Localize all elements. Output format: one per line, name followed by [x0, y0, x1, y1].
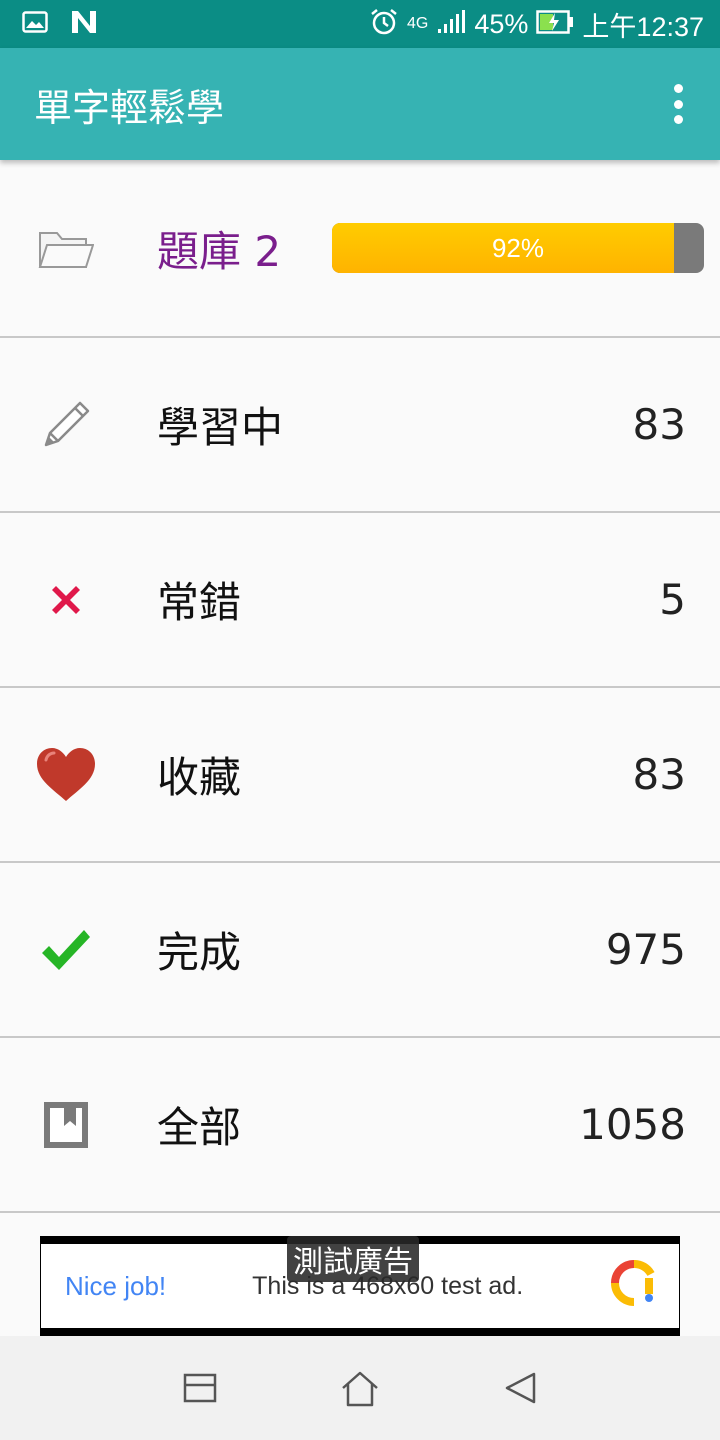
word-bank-row[interactable]: 題庫 2 92%	[0, 160, 720, 338]
back-icon[interactable]	[502, 1370, 542, 1410]
check-icon	[32, 916, 100, 984]
app-title: 單字輕鬆學	[34, 85, 225, 130]
list-item-count: 5	[659, 575, 686, 624]
list-item-all[interactable]: 全部 1058	[0, 1038, 720, 1213]
progress-bar: 92%	[332, 223, 704, 273]
recents-icon[interactable]	[182, 1370, 222, 1410]
alarm-icon	[369, 7, 399, 41]
list-item-label: 常錯	[157, 578, 242, 627]
list-item-completed[interactable]: 完成 975	[0, 863, 720, 1038]
list-item-learning[interactable]: 學習中 83	[0, 338, 720, 513]
more-vert-icon[interactable]	[670, 84, 686, 124]
list-item-count: 1058	[579, 1100, 686, 1149]
pencil-icon	[32, 391, 100, 459]
folder-icon	[32, 214, 100, 282]
clock: 上午12:37	[582, 11, 704, 42]
progress-text: 92%	[491, 232, 545, 263]
heart-icon	[32, 741, 100, 809]
ad-headline: Nice job!	[65, 1270, 167, 1301]
n-app-icon	[70, 9, 98, 39]
signal-icon	[436, 9, 466, 39]
list-item-count: 975	[605, 925, 686, 974]
list-item-label: 學習中	[157, 403, 284, 452]
list-item-count: 83	[632, 750, 686, 799]
list-item-label: 完成	[157, 928, 242, 977]
category-list: 題庫 2 92% 學習中 83 常錯 5 收藏 83 完成 975 全部 105…	[0, 160, 720, 1213]
word-bank-label: 題庫 2	[157, 226, 282, 276]
status-bar: 4G 45% 上午12:37	[0, 0, 720, 48]
list-item-count: 83	[632, 400, 686, 449]
cross-icon	[32, 566, 100, 634]
list-item-favorites[interactable]: 收藏 83	[0, 688, 720, 863]
ad-logo-icon	[611, 1260, 657, 1310]
list-item-mistakes[interactable]: 常錯 5	[0, 513, 720, 688]
image-icon	[22, 11, 48, 37]
app-bar: 單字輕鬆學	[0, 48, 720, 160]
network-type: 4G	[407, 15, 429, 32]
list-item-label: 全部	[157, 1103, 242, 1152]
battery-charging-icon	[536, 9, 574, 39]
test-ad-badge: 測試廣告	[287, 1236, 419, 1282]
navigation-bar	[0, 1336, 720, 1440]
home-icon[interactable]	[340, 1370, 380, 1410]
bookmark-icon	[32, 1091, 100, 1159]
list-item-label: 收藏	[157, 753, 242, 802]
battery-percent: 45%	[474, 8, 529, 39]
